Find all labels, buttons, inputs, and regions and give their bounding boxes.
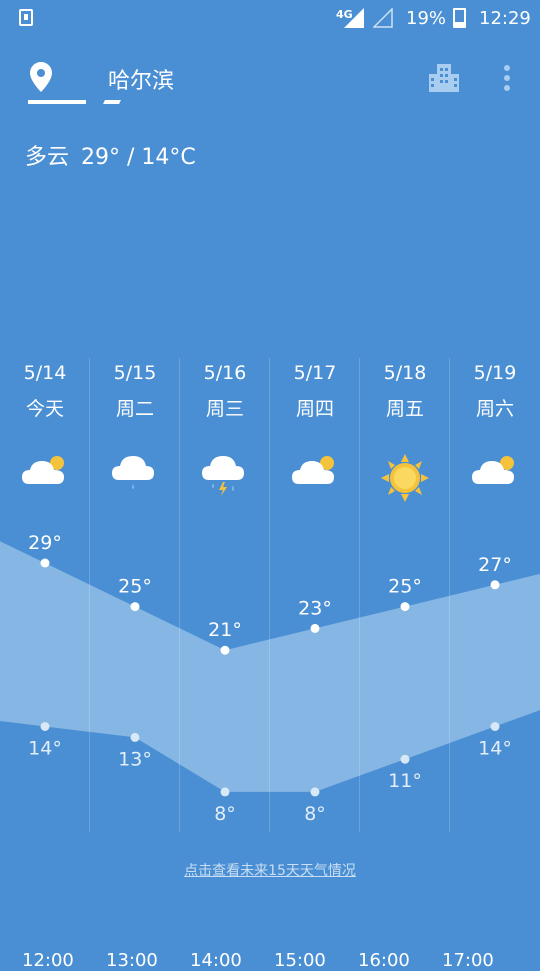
forecast-day[interactable]: 5/18 周五	[360, 358, 450, 832]
forecast-weekday: 周二	[115, 398, 154, 420]
hour-label: 14:00	[190, 950, 242, 971]
forecast-date: 5/16	[203, 362, 247, 384]
forecast-weekday: 周六	[475, 398, 514, 420]
status-bar: 4G 19% 12:29	[0, 0, 540, 38]
partly-cloudy-icon	[472, 456, 514, 484]
partly-cloudy-icon	[292, 456, 334, 484]
fifteen-day-forecast-link[interactable]: 点击查看未来15天天气情况	[0, 860, 540, 880]
city-name[interactable]: 哈尔滨	[108, 63, 174, 95]
light-rain-icon	[112, 456, 154, 489]
sunny-icon	[381, 454, 429, 502]
forecast-day[interactable]: 5/16 周三	[180, 358, 270, 832]
forecast-date: 5/18	[383, 362, 427, 384]
forecast-day[interactable]: 5/14 今天	[0, 358, 90, 832]
today-condition: 多云	[25, 145, 70, 170]
hour-label: 13:00	[106, 950, 158, 971]
forecast-day[interactable]: 5/17 周四	[270, 358, 360, 832]
forecast-weekday: 今天	[25, 398, 64, 420]
hour-label: 16:00	[358, 950, 410, 971]
partly-cloudy-icon	[22, 456, 64, 484]
city-list-icon[interactable]	[429, 64, 459, 96]
clock: 12:29	[479, 8, 531, 29]
city-underline	[103, 100, 121, 104]
battery-icon	[453, 8, 466, 28]
forecast-day[interactable]: 5/19 周六	[450, 358, 540, 832]
forecast-date: 5/15	[113, 362, 157, 384]
location-underline	[28, 100, 86, 104]
signal-icon	[344, 8, 364, 28]
forecast-weekday: 周三	[205, 398, 244, 420]
more-menu-icon[interactable]	[503, 64, 511, 96]
forecast-day[interactable]: 5/15 周二	[90, 358, 180, 832]
thunder-shower-icon	[202, 456, 244, 496]
download-icon	[19, 9, 33, 26]
forecast-date: 5/17	[293, 362, 337, 384]
location-pin-icon[interactable]	[30, 62, 52, 96]
today-summary: 多云 29° / 14°C	[25, 139, 208, 171]
hour-label: 17:00	[442, 950, 494, 971]
signal-empty-icon	[373, 8, 393, 28]
forecast-date: 5/14	[23, 362, 67, 384]
today-temp-range: 29° / 14°C	[81, 145, 196, 170]
forecast-weekday: 周四	[295, 398, 334, 420]
forecast-weekday: 周五	[385, 398, 424, 420]
battery-percent: 19%	[406, 8, 447, 29]
hour-label: 15:00	[274, 950, 326, 971]
forecast-date: 5/19	[473, 362, 517, 384]
hour-label: 12:00	[22, 950, 74, 971]
